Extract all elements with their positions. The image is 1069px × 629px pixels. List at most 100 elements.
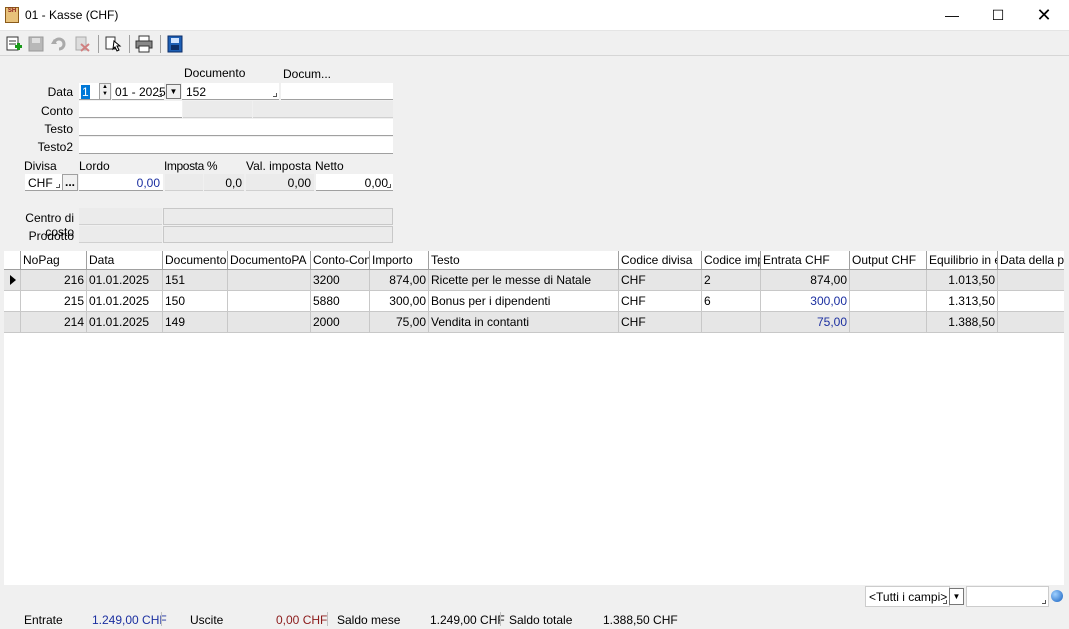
column-header[interactable]: Data [87, 251, 163, 269]
data-day-spinner[interactable]: ▲ ▼ [99, 83, 111, 100]
docum-field[interactable] [281, 83, 393, 100]
cell-testo[interactable]: Bonus per i dipendenti [429, 291, 619, 311]
resize-corner-icon [273, 93, 277, 97]
cell-codice-imposta[interactable] [702, 312, 761, 332]
records-grid[interactable]: NoPag Data Documento DocumentoPA Conto-C… [4, 251, 1064, 585]
cell-data-pre[interactable] [998, 291, 1064, 311]
table-row[interactable]: 216 01.01.2025 151 3200 874,00 Ricette p… [4, 270, 1064, 291]
column-header[interactable]: Codice impo [702, 251, 761, 269]
column-header[interactable]: Entrata CHF [761, 251, 850, 269]
save-icon[interactable] [27, 35, 45, 53]
testo-label: Testo [44, 122, 73, 136]
column-header[interactable]: Importo [370, 251, 429, 269]
globe-icon[interactable] [1051, 590, 1063, 602]
maximize-button[interactable]: ☐ [975, 0, 1021, 31]
cell-documentopa[interactable] [228, 312, 311, 332]
table-row[interactable]: 215 01.01.2025 150 5880 300,00 Bonus per… [4, 291, 1064, 312]
cell-codice-imposta[interactable]: 2 [702, 270, 761, 290]
status-bar: Entrate 1.249,00 CHF Uscite 0,00 CHF Sal… [0, 609, 1069, 629]
cell-documentopa[interactable] [228, 291, 311, 311]
row-indicator [4, 291, 21, 311]
cell-entrata[interactable]: 874,00 [761, 270, 850, 290]
table-row[interactable]: 214 01.01.2025 149 2000 75,00 Vendita in… [4, 312, 1064, 333]
cell-codice-divisa[interactable]: CHF [619, 270, 702, 290]
search-record-icon[interactable] [104, 35, 122, 53]
spin-up-icon[interactable]: ▲ [100, 84, 110, 91]
column-header[interactable]: Testo [429, 251, 619, 269]
cell-importo[interactable]: 874,00 [370, 270, 429, 290]
row-indicator [4, 312, 21, 332]
print-icon[interactable] [135, 35, 153, 53]
cell-nopag[interactable]: 216 [21, 270, 87, 290]
column-header[interactable]: DocumentoPA [228, 251, 311, 269]
uscite-value: 0,00 CHF [276, 613, 328, 627]
status-separator [327, 612, 328, 626]
cell-nopag[interactable]: 214 [21, 312, 87, 332]
cell-equilibrio[interactable]: 1.388,50 [927, 312, 998, 332]
cell-conto[interactable]: 5880 [311, 291, 370, 311]
documento-field[interactable]: 152 [182, 83, 279, 100]
cell-testo[interactable]: Ricette per le messe di Natale [429, 270, 619, 290]
new-record-icon[interactable] [5, 35, 23, 53]
minimize-button[interactable]: — [929, 0, 975, 31]
cell-data[interactable]: 01.01.2025 [87, 291, 163, 311]
conto-field[interactable] [79, 101, 182, 118]
saldo-totale-value: 1.388,50 CHF [603, 613, 678, 627]
column-header[interactable]: Conto-Conta [311, 251, 370, 269]
cell-equilibrio[interactable]: 1.013,50 [927, 270, 998, 290]
cell-documento[interactable]: 149 [163, 312, 228, 332]
cell-data-pre[interactable] [998, 312, 1064, 332]
column-header[interactable]: Documento [163, 251, 228, 269]
cell-documentopa[interactable] [228, 270, 311, 290]
data-day-field[interactable]: 1 [79, 83, 99, 100]
data-month-year-field[interactable]: 01 - 2025 [112, 83, 166, 100]
undo-icon[interactable] [50, 35, 68, 53]
filter-dropdown-button[interactable]: ▼ [949, 588, 964, 605]
cell-output[interactable] [850, 291, 927, 311]
delete-icon[interactable] [73, 35, 91, 53]
cell-data-pre[interactable] [998, 270, 1064, 290]
divisa-lookup-button[interactable]: ... [62, 174, 78, 191]
app-icon[interactable]: SH [5, 7, 19, 23]
cell-conto[interactable]: 3200 [311, 270, 370, 290]
netto-label: Netto [315, 159, 344, 173]
testo-field[interactable] [79, 119, 393, 136]
column-header[interactable]: Codice divisa [619, 251, 702, 269]
date-dropdown-button[interactable]: ▼ [166, 84, 181, 99]
cell-importo[interactable]: 300,00 [370, 291, 429, 311]
column-header[interactable]: Data della pre [998, 251, 1064, 269]
cell-documento[interactable]: 151 [163, 270, 228, 290]
cell-equilibrio[interactable]: 1.313,50 [927, 291, 998, 311]
filter-field-select[interactable]: <Tutti i campi> [865, 586, 950, 607]
cell-importo[interactable]: 75,00 [370, 312, 429, 332]
lordo-field[interactable]: 0,00 [79, 174, 163, 191]
cell-codice-divisa[interactable]: CHF [619, 291, 702, 311]
column-header[interactable]: Output CHF [850, 251, 927, 269]
cell-documento[interactable]: 150 [163, 291, 228, 311]
conto-description-field [183, 101, 252, 118]
imposta-label: Imposta % [164, 159, 218, 173]
calculator-icon[interactable] [166, 35, 184, 53]
cell-output[interactable] [850, 270, 927, 290]
cell-entrata[interactable]: 75,00 [761, 312, 850, 332]
documento-value: 152 [186, 85, 207, 99]
cell-output[interactable] [850, 312, 927, 332]
column-header[interactable]: NoPag [21, 251, 87, 269]
close-button[interactable]: ✕ [1021, 0, 1067, 31]
cell-nopag[interactable]: 215 [21, 291, 87, 311]
cell-entrata[interactable]: 300,00 [761, 291, 850, 311]
row-indicator [4, 270, 21, 290]
lordo-value: 0,00 [136, 176, 160, 190]
column-header[interactable]: Equilibrio in ese [927, 251, 998, 269]
cell-data[interactable]: 01.01.2025 [87, 312, 163, 332]
divisa-field[interactable]: CHF [25, 174, 62, 191]
cell-conto[interactable]: 2000 [311, 312, 370, 332]
cell-codice-divisa[interactable]: CHF [619, 312, 702, 332]
spin-down-icon[interactable]: ▼ [100, 91, 110, 98]
testo2-field[interactable] [79, 137, 393, 154]
cell-data[interactable]: 01.01.2025 [87, 270, 163, 290]
cell-codice-imposta[interactable]: 6 [702, 291, 761, 311]
cell-testo[interactable]: Vendita in contanti [429, 312, 619, 332]
filter-search-input[interactable] [966, 586, 1049, 607]
netto-field[interactable]: 0,00 [316, 174, 393, 191]
